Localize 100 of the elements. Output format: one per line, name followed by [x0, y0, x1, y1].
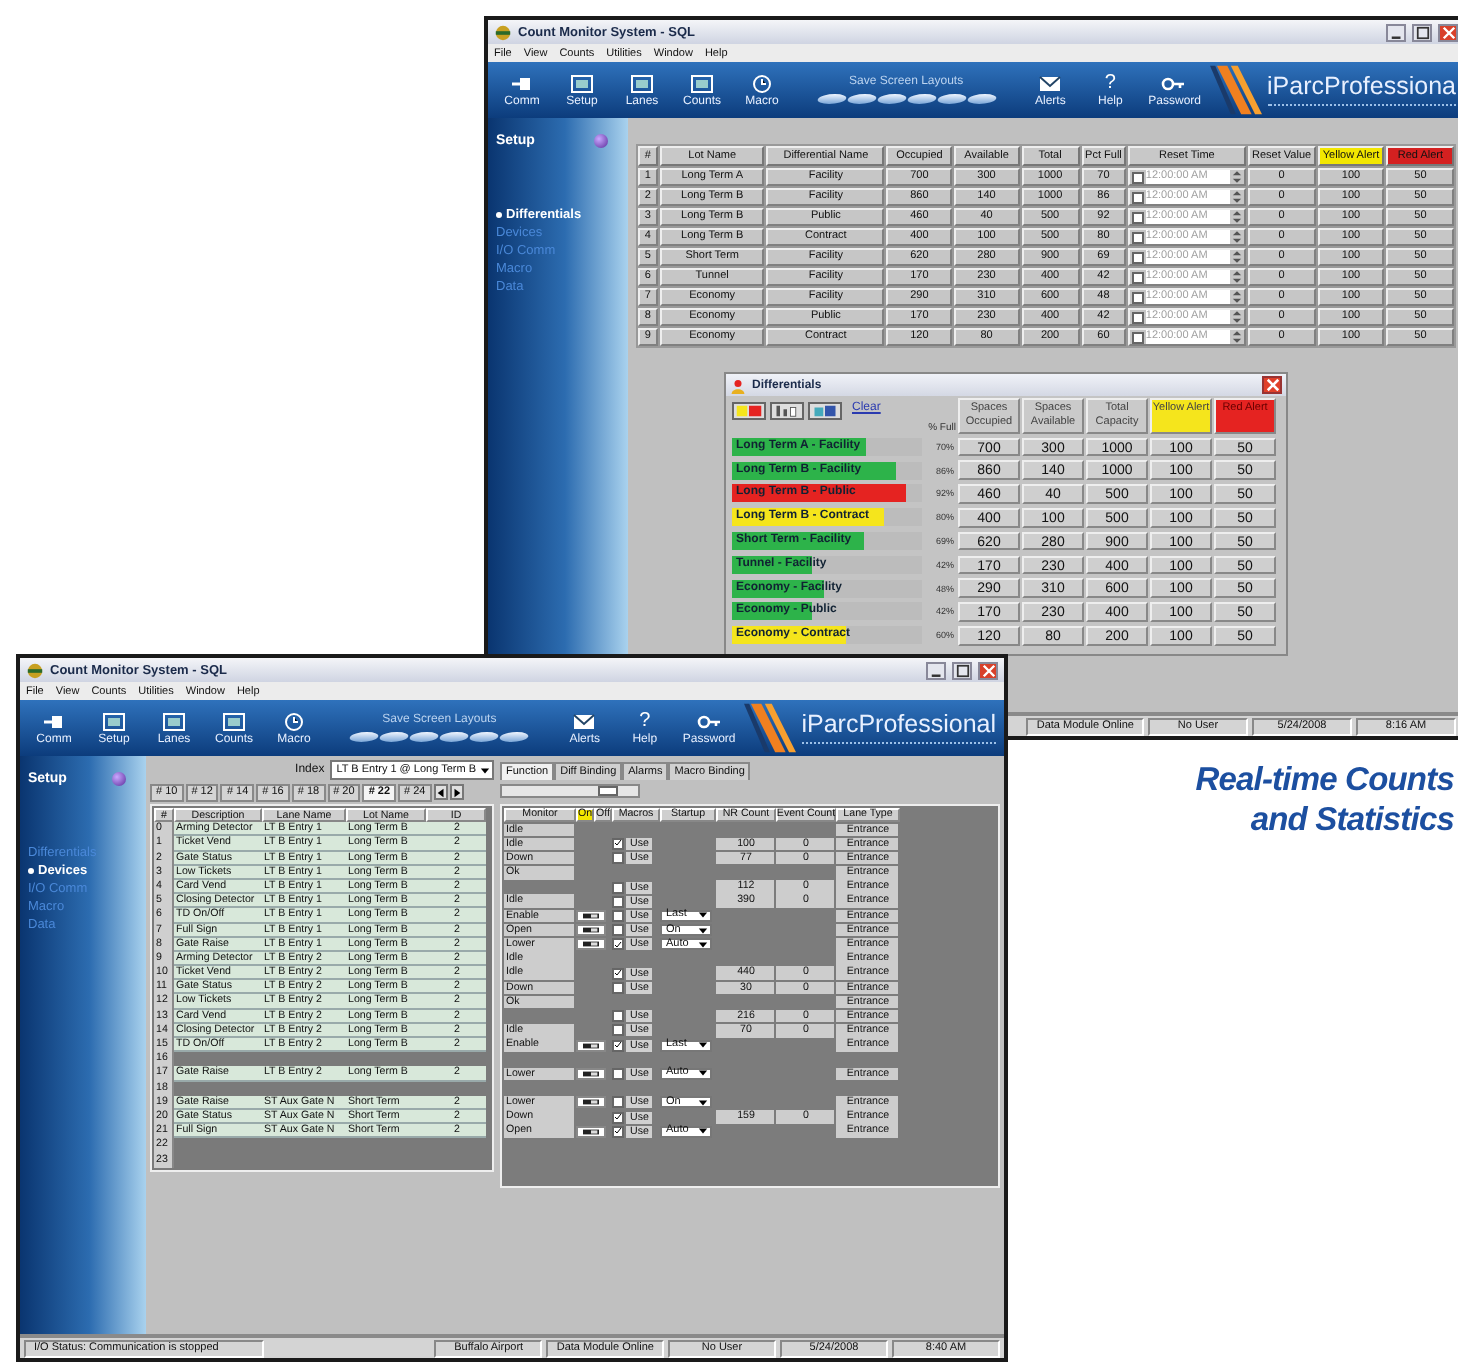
- person-icon: [730, 377, 746, 393]
- checkbox[interactable]: [612, 895, 624, 908]
- checkbox[interactable]: [612, 1039, 624, 1052]
- clock-icon: [280, 711, 308, 731]
- color-blocks-icon: [810, 404, 840, 418]
- checkbox[interactable]: [612, 1024, 624, 1037]
- plug-icon: [40, 711, 68, 731]
- maximize-button[interactable]: [952, 661, 972, 679]
- scroll-bar[interactable]: [500, 784, 640, 798]
- check-icon: [614, 838, 622, 849]
- screen-icon: [628, 73, 656, 93]
- switch-icon: [580, 1041, 602, 1050]
- checkbox[interactable]: [612, 1125, 624, 1138]
- app-icon: [26, 661, 44, 679]
- layout-slot-button[interactable]: [934, 94, 969, 104]
- orb-icon: [112, 772, 126, 786]
- maximize-icon: [1415, 25, 1429, 39]
- key-icon: [1160, 73, 1189, 93]
- toggle-button[interactable]: [576, 1125, 606, 1138]
- caret-icon: [698, 1068, 708, 1079]
- close-icon: [981, 663, 995, 677]
- minimize-button[interactable]: [1386, 23, 1406, 41]
- chart-view-button[interactable]: [808, 402, 842, 420]
- layout-slot-button[interactable]: [437, 732, 472, 742]
- switch-icon: [580, 940, 602, 949]
- checkbox[interactable]: [612, 1067, 624, 1080]
- screen-icon: [568, 73, 596, 93]
- screen-icon: [688, 73, 716, 93]
- check-icon: [614, 939, 622, 950]
- toggle-button[interactable]: [576, 909, 606, 922]
- layout-slot-button[interactable]: [347, 732, 382, 742]
- layout-slot-button[interactable]: [407, 732, 442, 742]
- maximize-button[interactable]: [1412, 23, 1432, 41]
- checkbox[interactable]: [612, 967, 624, 980]
- layout-slot-button[interactable]: [844, 94, 879, 104]
- switch-icon: [580, 1069, 602, 1078]
- stripes-icon: [743, 700, 796, 756]
- layout-slot-button[interactable]: [904, 94, 939, 104]
- selection-dot-icon: [496, 212, 502, 218]
- layout-slot-button[interactable]: [497, 732, 532, 742]
- color-blocks-icon: [734, 404, 764, 418]
- checkbox[interactable]: [612, 1111, 624, 1124]
- chart-view-button[interactable]: [732, 402, 766, 420]
- envelope-icon: [1036, 73, 1065, 93]
- layout-slot-button[interactable]: [814, 94, 849, 104]
- orb-icon: [594, 134, 608, 148]
- checkbox[interactable]: [612, 938, 624, 951]
- scroll-left-button[interactable]: [433, 784, 448, 800]
- stripes-icon: [1209, 62, 1261, 118]
- switch-icon: [580, 911, 602, 920]
- caption: and Statistics: [1250, 800, 1454, 840]
- caret-icon: [698, 1040, 708, 1051]
- chart-view-button[interactable]: [770, 402, 804, 420]
- checkbox[interactable]: [612, 1010, 624, 1023]
- switch-icon: [580, 1098, 602, 1107]
- toggle-button[interactable]: [576, 1067, 606, 1080]
- checkbox[interactable]: [612, 1096, 624, 1109]
- switch-icon: [580, 926, 602, 935]
- close-button[interactable]: [1262, 376, 1282, 394]
- clock-icon: [748, 73, 776, 93]
- checkbox[interactable]: [612, 924, 624, 937]
- minimize-button[interactable]: [926, 661, 946, 679]
- close-button[interactable]: [1438, 23, 1458, 41]
- layout-slot-button[interactable]: [377, 732, 412, 742]
- plug-icon: [508, 73, 536, 93]
- checkbox[interactable]: [612, 837, 624, 850]
- close-button[interactable]: [978, 661, 998, 679]
- right-arrow-icon: [451, 787, 462, 797]
- screen-icon: [160, 711, 188, 731]
- caret-icon: [698, 1097, 708, 1108]
- toggle-button[interactable]: [576, 1039, 606, 1052]
- checkbox[interactable]: [612, 909, 624, 922]
- checkbox[interactable]: [612, 852, 624, 865]
- key-icon: [695, 711, 724, 731]
- toggle-button[interactable]: [576, 1096, 606, 1109]
- screen-icon: [100, 711, 128, 731]
- close-icon: [1265, 378, 1279, 392]
- screen-icon: [220, 711, 248, 731]
- check-icon: [614, 1040, 622, 1051]
- left-arrow-icon: [435, 787, 446, 797]
- selection-dot-icon: [28, 868, 34, 874]
- bar-chart-icon: [772, 404, 802, 418]
- layout-slot-button[interactable]: [964, 94, 999, 104]
- caret-icon: [480, 765, 490, 775]
- app-icon: [494, 23, 512, 41]
- toggle-button[interactable]: [576, 938, 606, 951]
- caret-icon: [698, 1126, 708, 1137]
- checkbox[interactable]: [612, 881, 624, 894]
- layout-slot-button[interactable]: [467, 732, 502, 742]
- envelope-icon: [570, 711, 599, 731]
- scroll-right-button[interactable]: [449, 784, 464, 800]
- check-icon: [614, 968, 622, 979]
- layout-slot-button[interactable]: [874, 94, 909, 104]
- logo-text: iParcProfessiona: [1267, 72, 1456, 100]
- caption: Real-time Counts: [1195, 760, 1454, 800]
- close-icon: [1441, 25, 1455, 39]
- checkbox[interactable]: [612, 981, 624, 994]
- toggle-button[interactable]: [576, 924, 606, 937]
- switch-icon: [580, 1127, 602, 1136]
- maximize-icon: [955, 663, 969, 677]
